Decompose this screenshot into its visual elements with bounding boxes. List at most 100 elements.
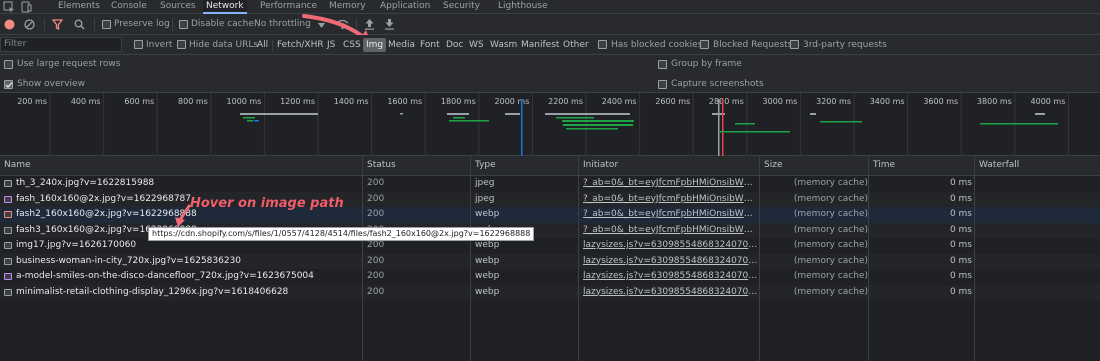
show-overview-label: Show overview xyxy=(17,79,85,89)
request-initiator-link[interactable]: ?_ab=0&_bt=eyJfcmFpbHMiOnsibWVzc2F... xyxy=(583,223,758,239)
request-initiator-link[interactable]: lazysizes.js?v=6309855486832407013?_c2..… xyxy=(583,254,758,270)
filter-type-other[interactable]: Other xyxy=(563,40,589,50)
capture-screenshots-checkbox[interactable] xyxy=(658,80,667,89)
timeline-tick-label: 2400 ms xyxy=(602,97,637,106)
timeline-bar xyxy=(556,117,594,119)
request-name: minimalist-retail-clothing-display_1296x… xyxy=(16,286,289,297)
request-initiator-link[interactable]: lazysizes.js?v=6309855486832407013?_c2..… xyxy=(583,269,758,285)
timeline-graph: 200 ms 400 ms 600 ms 800 ms 1000 ms 1200 ms 14… xyxy=(17,93,1069,156)
image-file-icon xyxy=(4,195,12,203)
timeline-tick-label: 400 ms xyxy=(71,97,101,106)
annotation-arrow-to-tooltip xyxy=(175,204,191,227)
filter-type-font[interactable]: Font xyxy=(420,40,440,50)
filter-input[interactable]: Filter xyxy=(0,37,122,52)
column-header-name[interactable]: Name xyxy=(0,156,362,176)
tab-security[interactable]: Security xyxy=(443,0,480,14)
search-icon[interactable] xyxy=(74,19,85,30)
request-size: (memory cache) xyxy=(793,224,868,235)
timeline-bar xyxy=(243,117,255,119)
inspect-element-icon[interactable] xyxy=(3,1,15,13)
network-overview-timeline[interactable]: 200 ms 400 ms 600 ms 800 ms 1000 ms 1200 ms 14… xyxy=(0,93,1100,156)
request-size: (memory cache) xyxy=(793,240,868,250)
request-initiator-link[interactable]: ?_ab=0&_bt=eyJfcmFpbHMiOnsibWVzc2F... xyxy=(583,176,758,192)
url-tooltip: https://cdn.shopify.com/s/files/1/0557/4… xyxy=(148,227,535,241)
timeline-tick-label: 1400 ms xyxy=(334,97,369,106)
column-header-waterfall[interactable]: Waterfall xyxy=(974,156,1100,176)
tab-lighthouse[interactable]: Lighthouse xyxy=(498,0,548,14)
column-header-size[interactable]: Size xyxy=(759,156,868,176)
network-toolbar: Preserve log Disable cache No throttling xyxy=(0,14,1100,35)
table-row[interactable]: fash2_160x160@2x.jpg?v=1622968888 200 webp… xyxy=(0,207,1100,223)
timeline-tick-label: 4000 ms xyxy=(1031,97,1066,106)
timeline-bar xyxy=(980,123,1058,125)
has-blocked-cookies-checkbox[interactable] xyxy=(598,40,607,49)
timeline-bar xyxy=(453,117,465,119)
tab-network[interactable]: Network xyxy=(203,0,247,14)
export-har-icon[interactable] xyxy=(384,18,395,30)
dom-content-loaded-marker xyxy=(521,99,523,156)
devtools-tab-bar: Elements Console Sources Network Perform… xyxy=(0,0,1100,14)
filter-type-js[interactable]: JS xyxy=(327,40,335,50)
image-file-icon xyxy=(4,226,12,234)
filter-type-ws[interactable]: WS xyxy=(469,40,484,50)
column-header-status[interactable]: Status xyxy=(362,156,470,176)
third-party-label: 3rd-party requests xyxy=(803,40,887,50)
timeline-bar xyxy=(566,128,618,130)
image-file-icon xyxy=(4,211,12,218)
tab-console[interactable]: Console xyxy=(111,0,147,14)
clear-icon[interactable] xyxy=(24,19,35,30)
third-party-checkbox[interactable] xyxy=(790,40,799,49)
column-header-time[interactable]: Time xyxy=(868,156,974,176)
invert-checkbox[interactable] xyxy=(134,40,143,49)
filter-type-media[interactable]: Media xyxy=(388,40,415,50)
large-rows-checkbox[interactable] xyxy=(4,60,13,69)
column-header-type[interactable]: Type xyxy=(470,156,578,176)
table-row[interactable]: a-model-smiles-on-the-disco-dancefloor_7… xyxy=(0,269,1100,285)
tab-sources[interactable]: Sources xyxy=(160,0,196,14)
table-row[interactable]: business-woman-in-city_720x.jpg?v=162583… xyxy=(0,253,1100,270)
request-time: 0 ms xyxy=(949,286,972,297)
timeline-tick-label: 2200 ms xyxy=(548,97,583,106)
request-initiator-link[interactable]: lazysizes.js?v=630985548683240701 3?_c2.… xyxy=(583,238,758,254)
request-size: (memory cache) xyxy=(793,286,868,297)
request-initiator-link[interactable]: lazysizes.js?v=6309855486832407013?_c2..… xyxy=(583,285,758,301)
timeline-tick-label: 2600 ms xyxy=(655,97,690,106)
filter-type-wasm[interactable]: Wasm xyxy=(490,40,517,50)
timeline-tick-label: 600 ms xyxy=(124,97,154,106)
request-initiator-link[interactable]: ?_ab=0&_bt=eyJfcmFpbHMiOnsibWVzc2F... xyxy=(583,207,758,223)
filter-type-css[interactable]: CSS xyxy=(343,40,361,50)
group-by-frame-checkbox[interactable] xyxy=(658,60,667,69)
request-time: 0 ms xyxy=(949,271,972,281)
filter-icon[interactable] xyxy=(52,19,63,30)
request-size: (memory cache) xyxy=(793,193,868,204)
timeline-tick-label: 3800 ms xyxy=(977,97,1012,106)
blocked-requests-checkbox[interactable] xyxy=(700,40,709,49)
table-row[interactable]: minimalist-retail-clothing-display_1296x… xyxy=(0,284,1100,301)
hide-data-urls-checkbox[interactable] xyxy=(177,40,186,49)
timeline-bar xyxy=(254,120,259,122)
filter-type-all[interactable]: All xyxy=(257,40,268,50)
load-event-marker xyxy=(722,99,724,156)
disable-cache-checkbox[interactable] xyxy=(179,20,188,29)
timeline-tick-label: 3200 ms xyxy=(816,97,851,106)
preserve-log-checkbox[interactable] xyxy=(102,20,111,29)
table-row[interactable]: fash_160x160@2x.jpg?v=1622968787 200 jpeg?… xyxy=(0,191,1100,208)
column-header-initiator[interactable]: Initiator xyxy=(578,156,759,176)
image-file-icon xyxy=(4,180,12,187)
filter-type-fetch-xhr[interactable]: Fetch/XHR xyxy=(277,40,324,50)
record-icon[interactable] xyxy=(4,19,15,30)
request-initiator-link[interactable]: ?_ab=0&_bt=eyJfcmFpbHMiOnsibWVzc2F... xyxy=(583,192,758,208)
request-type: jpeg xyxy=(475,193,495,204)
filter-type-doc[interactable]: Doc xyxy=(446,40,463,50)
table-row[interactable]: th_3_240x.jpg?v=1622815988 200 jpeg ?_ab=0&… xyxy=(0,176,1100,192)
filter-type-manifest[interactable]: Manifest xyxy=(521,40,559,50)
timeline-marker xyxy=(718,99,720,156)
column-divider xyxy=(759,156,760,361)
tab-application[interactable]: Application xyxy=(380,0,430,14)
device-toolbar-icon[interactable] xyxy=(20,1,32,13)
checkmark-icon xyxy=(5,82,13,88)
timeline-bar xyxy=(449,120,489,122)
tab-elements[interactable]: Elements xyxy=(58,0,100,14)
request-type: webp xyxy=(475,209,500,219)
filter-type-img[interactable]: Img xyxy=(363,38,387,52)
